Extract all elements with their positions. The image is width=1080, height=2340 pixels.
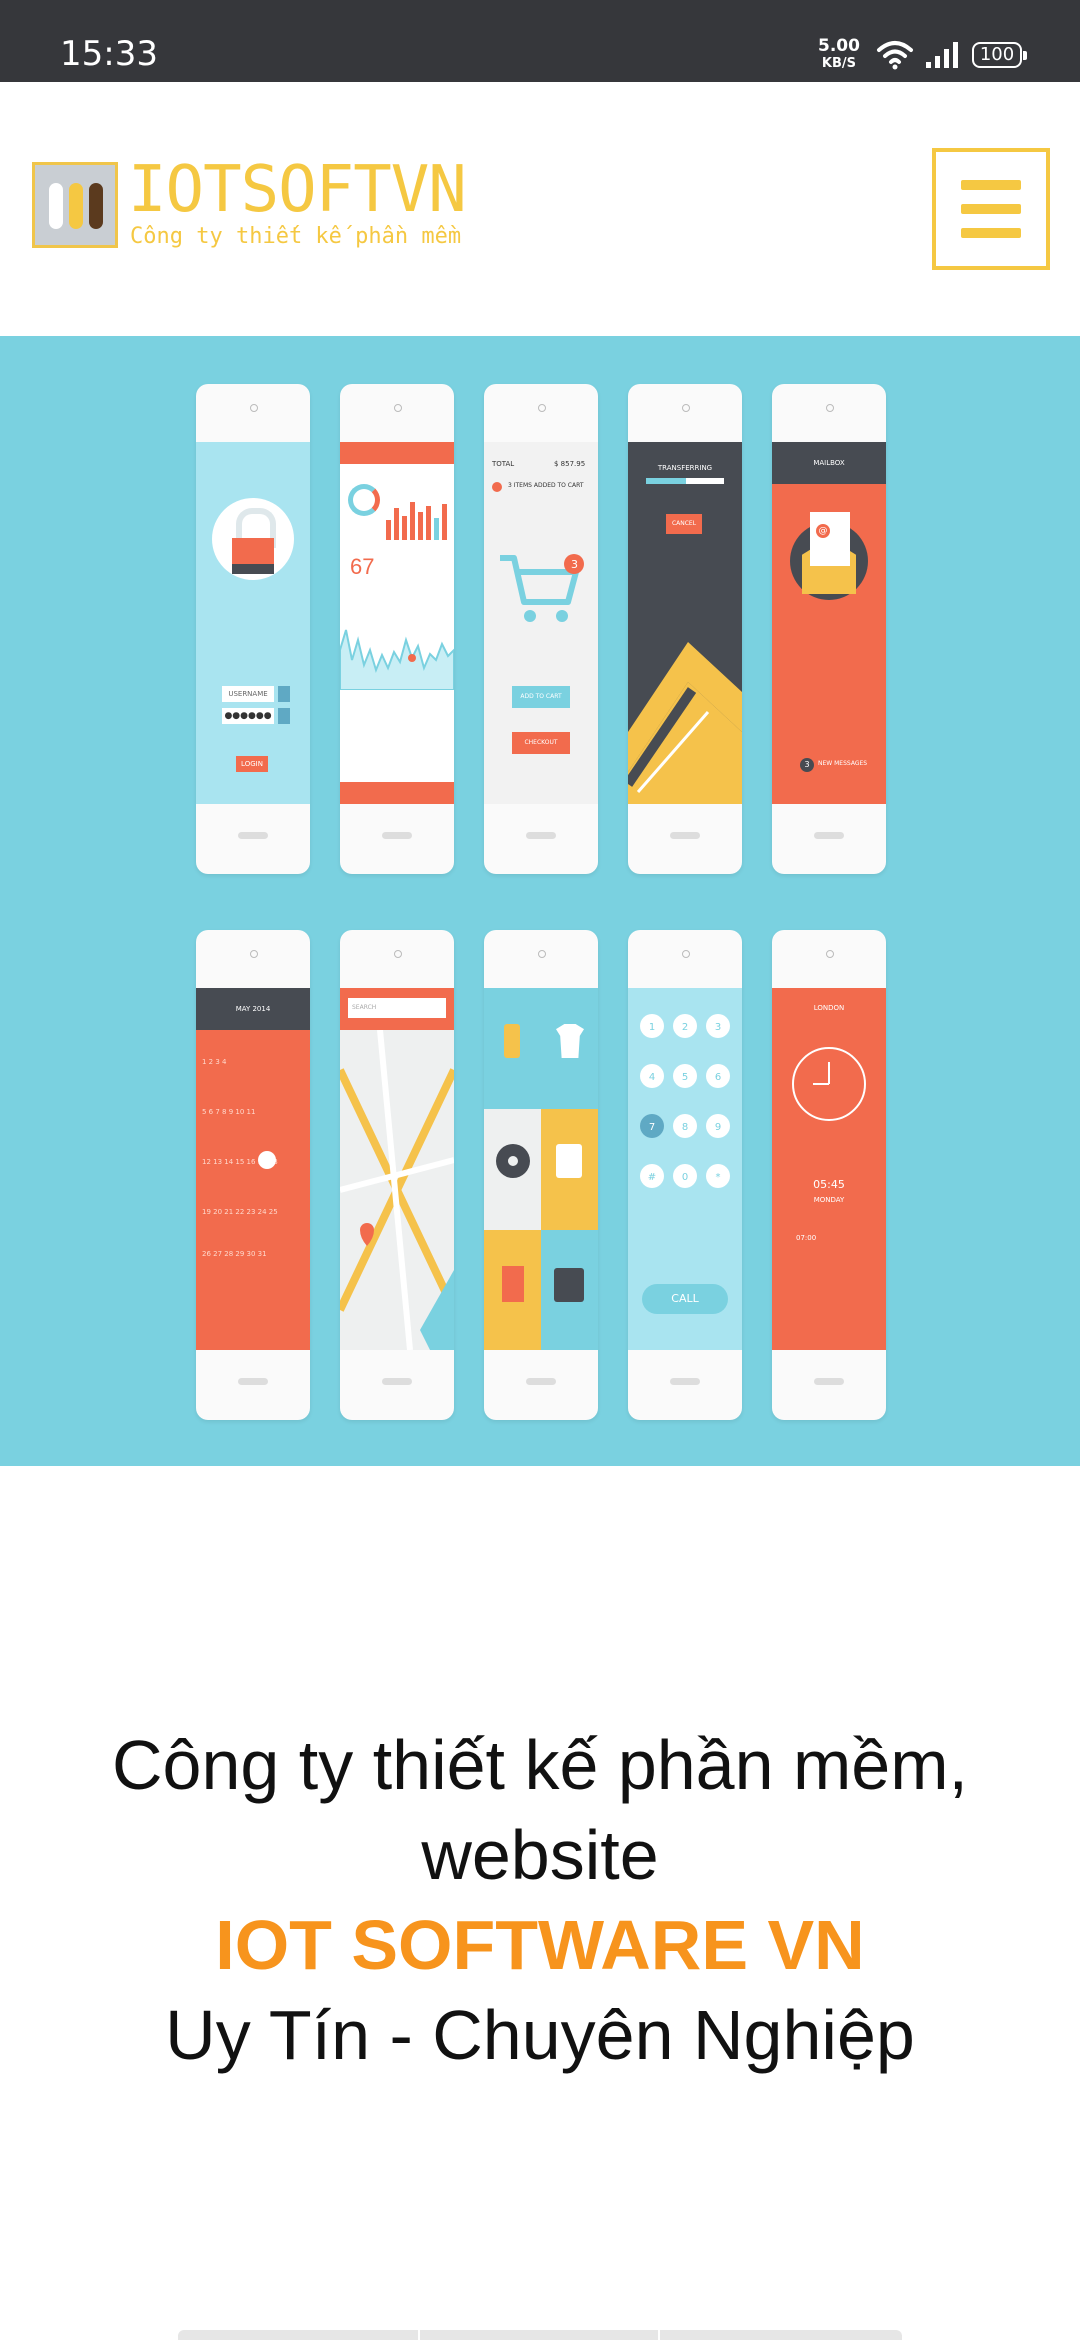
tagline-line-2: website [421,1816,659,1894]
hero-illustration: USERNAME ●●●●●● LOGIN 67 TOTAL $ 857.95 … [0,336,1080,1466]
signal-icon [926,42,958,68]
hero-tagline: Công ty thiết kế phần mềm, website IOT S… [0,1720,1080,2080]
svg-text:4: 4 [649,1072,655,1083]
clock-day: MONDAY [813,1196,845,1204]
mailbox-messages: NEW MESSAGES [818,760,868,767]
hamburger-menu-button[interactable] [932,148,1050,270]
tagline-line-1: Công ty thiết kế phần mềm, [112,1726,968,1804]
battery-level: 100 [979,44,1015,65]
phone-transfer: TRANSFERRING CANCEL [628,384,742,874]
status-bar: 15:33 5.00 KB/S 100 [0,0,1080,82]
mailbox-count: 3 [800,758,814,772]
phone-cart: TOTAL $ 857.95 3 ITEMS ADDED TO CART 3 A… [484,384,598,874]
svg-text:3: 3 [715,1022,721,1033]
status-time: 15:33 [60,34,158,74]
phone-map: SEARCH [340,930,454,1420]
svg-text:1 2 3 4: 1 2 3 4 [202,1058,227,1066]
phone-login: USERNAME ●●●●●● LOGIN [196,384,310,874]
network-speed-unit: KB/S [821,56,857,71]
wifi-icon [877,41,913,70]
stats-value: 67 [350,554,375,579]
site-header: IOTSOFTVN Công ty thiết kế phần mềm [0,82,1080,336]
phone-dialer: 1 2 3 4 5 6 8 9 #0 * 7 CALL [628,930,742,1420]
brand-subtitle: Công ty thiết kế phần mềm [130,224,462,249]
bottom-tab-strip[interactable] [178,2330,902,2340]
hamburger-icon-line [961,204,1021,214]
svg-text:1: 1 [649,1022,655,1033]
phone-clock: LONDON 05:45 MONDAY 07:00 [772,930,886,1420]
svg-text:0: 0 [682,1172,688,1183]
calendar-month: MAY 2014 [196,988,310,1030]
add-to-cart-graphic: ADD TO CART [512,686,570,708]
network-speed: 5.00 KB/S [818,38,860,72]
svg-text:19 20 21 22 23 24 25: 19 20 21 22 23 24 25 [202,1208,278,1216]
brand-title[interactable]: IOTSOFTVN [128,158,467,222]
transfer-title: TRANSFERRING [657,464,713,472]
clock-icon [792,1047,866,1121]
battery-icon: 100 [972,42,1027,68]
svg-text:5: 5 [682,1072,688,1083]
cart-items-text: 3 ITEMS ADDED TO CART [508,482,584,489]
login-button-graphic: LOGIN [236,756,268,772]
clock-time: 05:45 [813,1178,845,1191]
map-search-field: SEARCH [348,998,446,1018]
svg-text:#: # [648,1172,656,1183]
tagline-line-4: Uy Tín - Chuyên Nghiệp [165,1996,915,2074]
cart-total-label: TOTAL [492,460,515,468]
tagline-brand: IOT SOFTWARE VN [215,1906,865,1984]
cancel-graphic: CANCEL [666,514,702,534]
phone-stats: 67 [340,384,454,874]
phone-mailbox: MAILBOX @ 3 NEW MESSAGES [772,384,886,874]
cart-total-amount: $ 857.95 [554,460,586,468]
hamburger-icon [961,180,1021,190]
svg-text:6: 6 [715,1072,721,1083]
mailbox-title: MAILBOX [772,442,886,484]
clock-alarm: 07:00 [796,1234,817,1242]
logo-icon[interactable] [32,162,118,248]
svg-text:*: * [716,1172,721,1183]
hamburger-icon-line [961,228,1021,238]
svg-text:8: 8 [682,1122,688,1133]
svg-text:7: 7 [649,1122,655,1133]
checkout-graphic: CHECKOUT [512,732,570,754]
svg-text:2: 2 [682,1022,688,1033]
svg-text:5 6 7 8 9 10 11: 5 6 7 8 9 10 11 [202,1108,255,1116]
phone-shop [484,930,598,1420]
svg-text:3: 3 [571,558,578,571]
phone-calendar: MAY 2014 1 2 3 4 5 6 7 8 9 10 11 12 13 1… [196,930,310,1420]
network-speed-value: 5.00 [818,36,860,56]
cart-icon: 3 [500,554,584,622]
svg-text:26 27 28 29 30 31: 26 27 28 29 30 31 [202,1250,267,1258]
clock-city: LONDON [813,1004,845,1012]
svg-text:9: 9 [715,1122,721,1133]
call-graphic: CALL [642,1284,728,1314]
username-field: USERNAME [222,686,274,702]
